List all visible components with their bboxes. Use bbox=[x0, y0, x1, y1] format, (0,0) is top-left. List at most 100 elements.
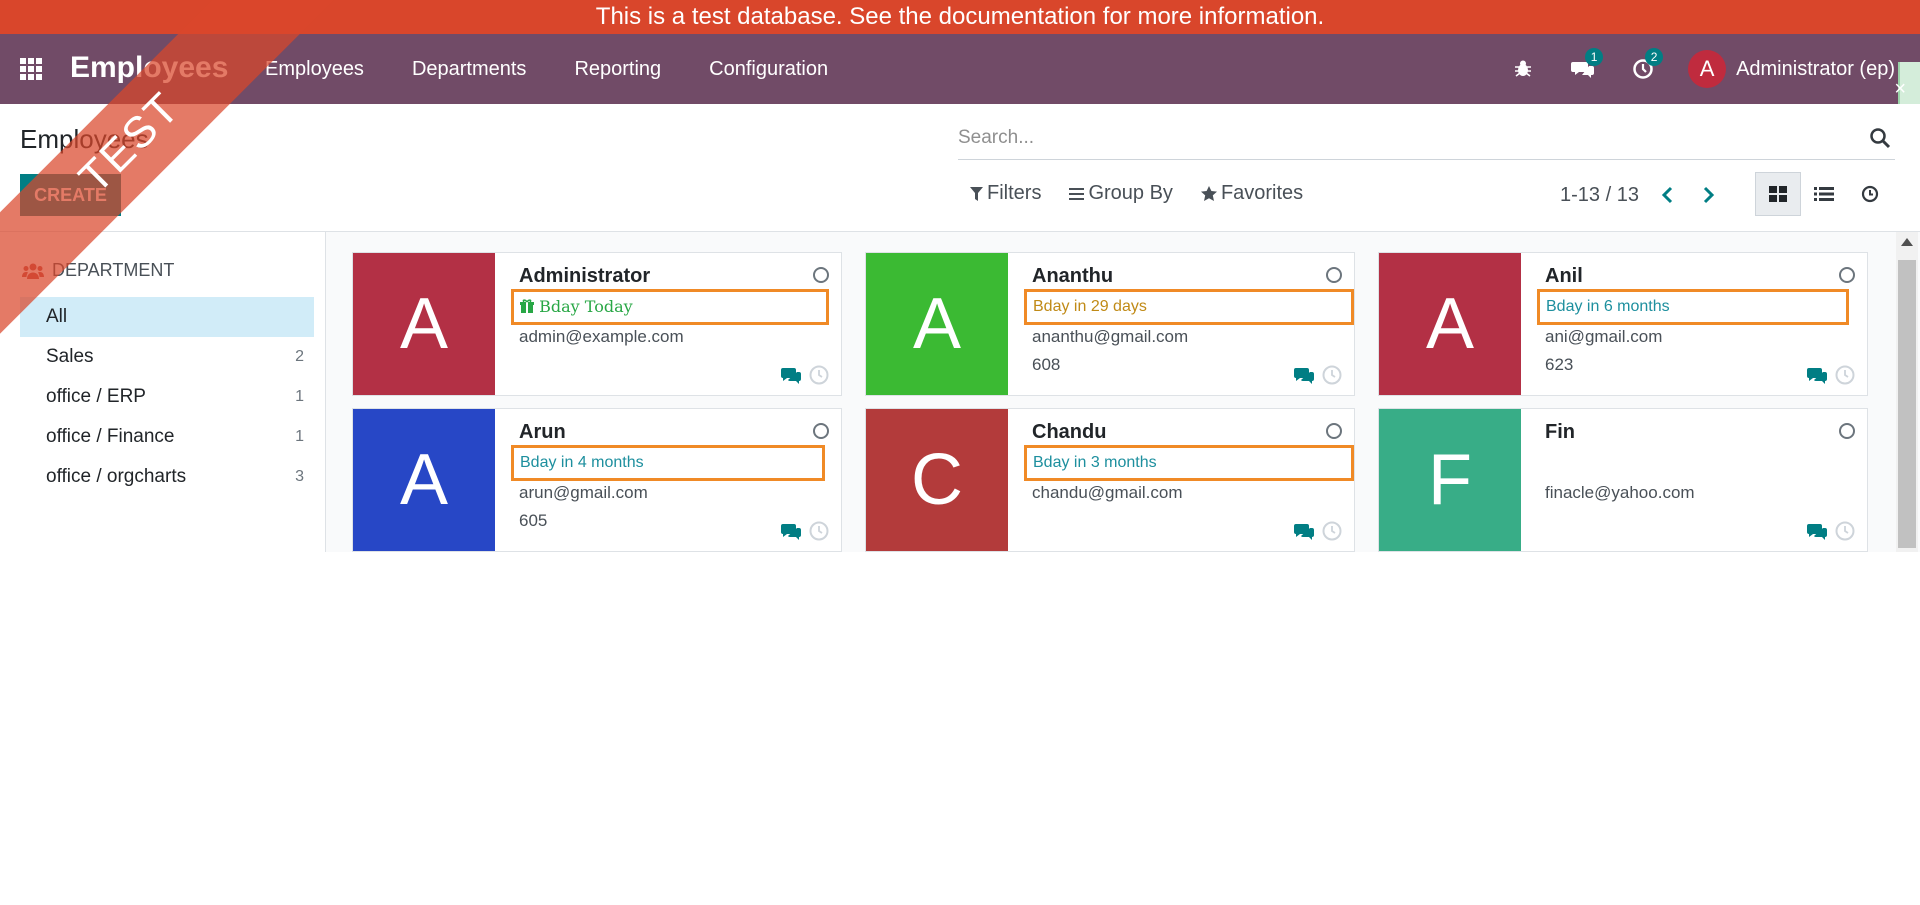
user-menu[interactable]: A Administrator (ep) bbox=[1688, 50, 1895, 88]
pager-value[interactable]: 1-13 / 13 bbox=[1560, 184, 1639, 207]
presence-status-icon bbox=[1326, 423, 1342, 439]
employee-phone: 608 bbox=[1032, 355, 1061, 374]
star-icon bbox=[1200, 186, 1217, 201]
groupby-toggle[interactable]: Group By bbox=[1069, 182, 1173, 205]
pager-previous-icon[interactable] bbox=[1655, 180, 1679, 210]
chatter-icon[interactable] bbox=[781, 523, 801, 541]
employee-avatar: A bbox=[866, 253, 1008, 395]
activity-clock-icon[interactable] bbox=[1322, 521, 1342, 541]
menu-employees[interactable]: Employees bbox=[265, 58, 364, 81]
favorites-toggle[interactable]: Favorites bbox=[1200, 182, 1304, 205]
employee-card[interactable]: A Arun Bday in 4 months arun@gmail.com 6… bbox=[352, 408, 842, 552]
employee-card[interactable]: F Fin finacle@yahoo.com bbox=[1378, 408, 1868, 552]
app-window: This is a test database. See the documen… bbox=[0, 0, 1920, 905]
list-view-icon[interactable] bbox=[1801, 172, 1847, 216]
employee-name: Administrator bbox=[519, 265, 651, 287]
notification-close-icon[interactable]: × bbox=[1894, 78, 1906, 101]
activity-clock-icon[interactable] bbox=[809, 521, 829, 541]
department-sidebar: DEPARTMENT All Sales 2 office / ERP 1 of… bbox=[0, 232, 326, 552]
presence-status-icon bbox=[1839, 267, 1855, 283]
department-count: 2 bbox=[295, 348, 304, 365]
chatter-icon[interactable] bbox=[781, 367, 801, 385]
employee-card[interactable]: A Ananthu Bday in 29 days ananthu@gmail.… bbox=[865, 252, 1355, 396]
department-item-all[interactable]: All bbox=[20, 297, 314, 337]
employee-name: Anil bbox=[1545, 265, 1583, 287]
create-button[interactable]: CREATE bbox=[20, 174, 121, 216]
view-switcher bbox=[1755, 172, 1893, 216]
chat-count-badge: 1 bbox=[1585, 48, 1604, 66]
kanban-view-icon[interactable] bbox=[1755, 172, 1801, 216]
department-label: All bbox=[46, 306, 68, 327]
employee-card[interactable]: A Administrator Bday Today admin@example… bbox=[352, 252, 842, 396]
scroll-up-arrow-icon[interactable] bbox=[1901, 238, 1913, 246]
employee-email: admin@example.com bbox=[519, 327, 684, 346]
app-brand[interactable]: Employees bbox=[70, 51, 228, 85]
employee-card[interactable]: A Anil Bday in 6 months ani@gmail.com 62… bbox=[1378, 252, 1868, 396]
birthday-text: Bday in 3 months bbox=[1033, 454, 1157, 471]
documentation-link[interactable]: See the documentation for more informati… bbox=[849, 3, 1324, 30]
department-list: All Sales 2 office / ERP 1 office / Fina… bbox=[20, 297, 314, 497]
employee-kanban: A Administrator Bday Today admin@example… bbox=[352, 252, 1868, 552]
pager-nav bbox=[1655, 180, 1721, 210]
presence-status-icon bbox=[813, 267, 829, 283]
chatter-icon[interactable] bbox=[1807, 367, 1827, 385]
employee-phone: 605 bbox=[519, 511, 548, 530]
employee-avatar: C bbox=[866, 409, 1008, 551]
activity-clock-icon[interactable] bbox=[1835, 521, 1855, 541]
birthday-reminder: Bday in 4 months bbox=[511, 445, 825, 481]
control-panel: Employees CREATE Filters Group By Favori… bbox=[0, 104, 1920, 232]
filters-label: Filters bbox=[987, 182, 1042, 204]
chatter-icon[interactable] bbox=[1807, 523, 1827, 541]
birthday-text: Bday in 4 months bbox=[520, 454, 644, 471]
employee-name: Chandu bbox=[1032, 421, 1107, 443]
department-label: office / ERP bbox=[46, 386, 146, 407]
activity-view-icon[interactable] bbox=[1847, 172, 1893, 216]
user-name: Administrator (ep) bbox=[1736, 57, 1895, 80]
department-count: 3 bbox=[295, 468, 304, 485]
activity-count-badge: 2 bbox=[1645, 48, 1664, 66]
pager-next-icon[interactable] bbox=[1697, 180, 1721, 210]
employee-avatar: A bbox=[353, 253, 495, 395]
systray: 1 2 A Administrator (ep) bbox=[1508, 34, 1920, 104]
employee-email: chandu@gmail.com bbox=[1032, 483, 1183, 502]
apps-menu-icon[interactable] bbox=[20, 58, 46, 80]
department-count: 1 bbox=[295, 388, 304, 405]
activity-clock-icon[interactable]: 2 bbox=[1628, 48, 1664, 84]
department-item-office-erp[interactable]: office / ERP 1 bbox=[20, 377, 314, 417]
department-item-sales[interactable]: Sales 2 bbox=[20, 337, 314, 377]
birthday-text: Bday in 6 months bbox=[1546, 298, 1670, 315]
debug-bug-icon[interactable] bbox=[1508, 54, 1538, 84]
employee-email: finacle@yahoo.com bbox=[1545, 483, 1695, 502]
birthday-text: Bday in 29 days bbox=[1033, 298, 1147, 315]
department-header-label: DEPARTMENT bbox=[52, 260, 175, 280]
presence-status-icon bbox=[1326, 267, 1342, 283]
department-item-office-finance[interactable]: office / Finance 1 bbox=[20, 417, 314, 457]
scroll-thumb[interactable] bbox=[1898, 260, 1916, 548]
chatter-icon[interactable] bbox=[1294, 523, 1314, 541]
messaging-chat-icon[interactable]: 1 bbox=[1568, 48, 1604, 84]
favorites-label: Favorites bbox=[1220, 182, 1304, 204]
chatter-icon[interactable] bbox=[1294, 367, 1314, 385]
filters-toggle[interactable]: Filters bbox=[970, 182, 1041, 205]
presence-status-icon bbox=[1839, 423, 1855, 439]
birthday-reminder: Bday in 6 months bbox=[1537, 289, 1849, 325]
search-input[interactable] bbox=[958, 118, 1848, 158]
activity-clock-icon[interactable] bbox=[1835, 365, 1855, 385]
users-icon bbox=[22, 263, 44, 279]
menu-reporting[interactable]: Reporting bbox=[574, 58, 661, 81]
birthday-reminder: Bday Today bbox=[511, 289, 829, 325]
birthday-reminder: Bday in 29 days bbox=[1024, 289, 1354, 325]
employee-card[interactable]: C Chandu Bday in 3 months chandu@gmail.c… bbox=[865, 408, 1355, 552]
activity-clock-icon[interactable] bbox=[809, 365, 829, 385]
department-item-office-orgcharts[interactable]: office / orgcharts 3 bbox=[20, 457, 314, 497]
department-label: Sales bbox=[46, 346, 94, 367]
menu-departments[interactable]: Departments bbox=[412, 58, 527, 81]
search-icon[interactable] bbox=[1869, 127, 1891, 149]
user-avatar: A bbox=[1688, 50, 1727, 88]
kanban-scrollbar[interactable] bbox=[1896, 232, 1918, 552]
employee-avatar: A bbox=[353, 409, 495, 551]
department-label: office / orgcharts bbox=[46, 466, 187, 487]
menu-configuration[interactable]: Configuration bbox=[709, 58, 828, 81]
activity-clock-icon[interactable] bbox=[1322, 365, 1342, 385]
department-label: office / Finance bbox=[46, 426, 175, 447]
